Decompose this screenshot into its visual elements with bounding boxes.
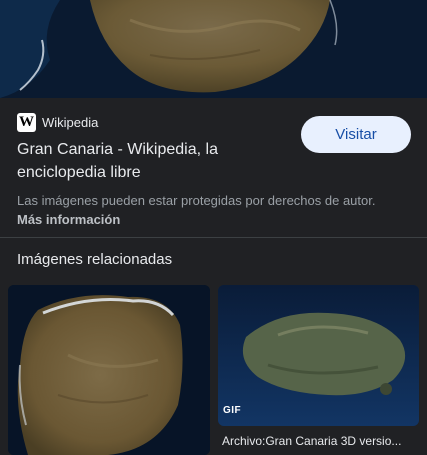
island-satellite-image	[0, 0, 427, 98]
gif-badge: GIF	[223, 405, 242, 416]
thumbnail-caption[interactable]: Archivo:Gran Canaria 3D versio...	[222, 434, 417, 448]
section-divider	[0, 237, 427, 238]
main-image-preview[interactable]	[0, 0, 427, 98]
related-images-heading: Imágenes relacionadas	[17, 251, 173, 268]
more-info-link[interactable]: Más información	[17, 212, 120, 227]
related-image-thumbnail[interactable]	[218, 285, 419, 426]
copyright-text: Las imágenes pueden estar protegidas por…	[17, 193, 376, 208]
source-row[interactable]: W Wikipedia	[17, 112, 98, 132]
island-3d-render-image	[218, 285, 419, 426]
wikipedia-logo: W	[17, 112, 36, 132]
related-image-thumbnail[interactable]	[8, 285, 210, 455]
result-title[interactable]: Gran Canaria - Wikipedia, la enciclopedi…	[17, 138, 267, 184]
island-satellite-image	[8, 285, 210, 455]
copyright-notice: Las imágenes pueden estar protegidas por…	[17, 191, 387, 229]
source-name: Wikipedia	[42, 114, 99, 130]
visit-button[interactable]: Visitar	[301, 116, 411, 153]
